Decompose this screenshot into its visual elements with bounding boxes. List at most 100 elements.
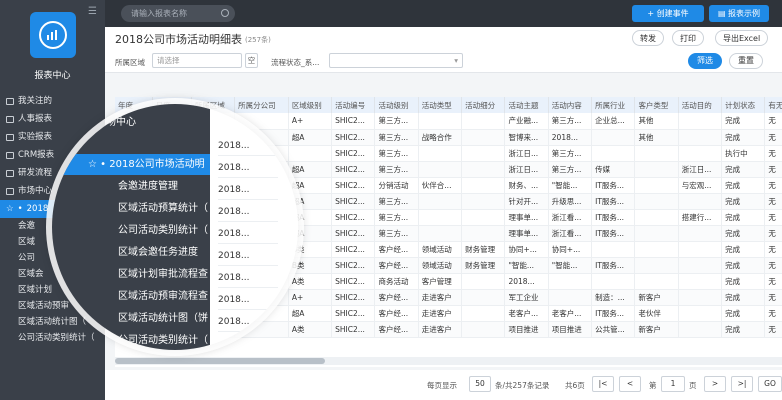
- table-cell: 完成: [721, 161, 766, 178]
- column-header[interactable]: 活动内容: [548, 97, 593, 113]
- report-center-logo[interactable]: [30, 12, 76, 58]
- table-cell: [634, 177, 679, 194]
- table-cell: [461, 193, 506, 210]
- lens-item: 区域活动预算统计（: [118, 203, 208, 214]
- region-select[interactable]: 请选择: [152, 53, 242, 68]
- search-icon[interactable]: [221, 9, 229, 17]
- table-cell: SHIC2...: [331, 177, 376, 194]
- table-cell: 协同+...: [548, 241, 593, 258]
- table-cell: 项目推进: [504, 321, 549, 338]
- flow-status-select[interactable]: ▾: [329, 53, 463, 68]
- table-cell: [418, 209, 463, 226]
- table-cell: [418, 161, 463, 178]
- last-page-icon[interactable]: >|: [731, 376, 753, 392]
- clear-icon[interactable]: 空: [245, 53, 258, 68]
- table-cell: IT服务...: [591, 225, 636, 242]
- table-cell: 第三方...: [374, 113, 419, 130]
- lens-item-active: ☆ • 2018公司市场活动明: [52, 154, 210, 175]
- table-cell: 完成: [721, 273, 766, 290]
- lens-cell: 2018...: [218, 268, 278, 288]
- table-cell: 无: [764, 241, 782, 258]
- column-header[interactable]: 活动级别: [374, 97, 419, 113]
- first-page-icon[interactable]: |<: [592, 376, 614, 392]
- table-cell: 协同+...: [504, 241, 549, 258]
- column-header[interactable]: 所属行业: [591, 97, 636, 113]
- column-header[interactable]: 客户类型: [634, 97, 679, 113]
- table-cell: IT服务...: [591, 193, 636, 210]
- lens-item: 区域计划审批流程查: [118, 269, 208, 280]
- table-cell: [591, 241, 636, 258]
- table-cell: SHIC2...: [331, 305, 376, 322]
- folder-open-icon: [6, 187, 14, 195]
- table-cell: 搭建行...: [678, 209, 723, 226]
- forward-button[interactable]: 转发: [632, 30, 664, 46]
- table-cell: 客户经...: [374, 289, 419, 306]
- page-label: 第: [649, 381, 657, 390]
- per-page-select[interactable]: 50: [469, 376, 491, 392]
- table-cell: 走进客户: [418, 321, 463, 338]
- table-cell: 无: [764, 289, 782, 306]
- table-cell: SHIC2...: [331, 257, 376, 274]
- column-header[interactable]: 活动细分: [461, 97, 506, 113]
- table-cell: 2018...: [504, 273, 549, 290]
- table-cell: 完成: [721, 209, 766, 226]
- next-page-icon[interactable]: >: [704, 376, 726, 392]
- search-input[interactable]: 请输入报表名称: [121, 5, 235, 22]
- table-cell: 无: [764, 209, 782, 226]
- star-icon: ☆: [6, 204, 14, 214]
- table-cell: 客户经...: [374, 241, 419, 258]
- lens-table: 2018... 2018... 2018... 2018... 2018... …: [210, 104, 298, 350]
- sidebar-item-label: 我关注的: [18, 96, 53, 106]
- table-cell: [678, 113, 723, 130]
- table-cell: 无: [764, 113, 782, 130]
- filter-button[interactable]: 筛选: [688, 53, 722, 69]
- column-header[interactable]: 活动类型: [418, 97, 463, 113]
- create-event-button[interactable]: + 创建事件: [632, 5, 704, 22]
- table-cell: 完成: [721, 225, 766, 242]
- sidebar-item-label: CRM报表: [18, 150, 55, 160]
- table-cell: 企业总...: [591, 113, 636, 130]
- table-cell: 新客户: [634, 289, 679, 306]
- menu-toggle-icon[interactable]: ☰: [88, 6, 97, 17]
- lens-cell: 2018...: [218, 290, 278, 310]
- table-cell: [634, 241, 679, 258]
- plus-icon: +: [647, 9, 657, 18]
- column-header[interactable]: 有无三方合: [764, 97, 782, 113]
- prev-page-icon[interactable]: <: [619, 376, 641, 392]
- star-icon: ☆ •: [88, 159, 110, 170]
- table-cell: 完成: [721, 305, 766, 322]
- table-cell: [678, 225, 723, 242]
- record-count: (257条): [245, 36, 271, 44]
- table-cell: [591, 129, 636, 146]
- table-cell: 第三方...: [374, 193, 419, 210]
- chevron-down-icon: ▾: [454, 56, 458, 65]
- table-cell: SHIC2...: [331, 225, 376, 242]
- print-button[interactable]: 打印: [672, 30, 704, 46]
- table-cell: 传媒: [591, 161, 636, 178]
- table-cell: [634, 257, 679, 274]
- table-cell: [461, 209, 506, 226]
- table-cell: 财务管理: [461, 257, 506, 274]
- reset-button[interactable]: 重置: [729, 53, 763, 69]
- column-header[interactable]: 计划状态: [721, 97, 766, 113]
- column-header[interactable]: 活动目的: [678, 97, 723, 113]
- column-header[interactable]: 活动编号: [331, 97, 376, 113]
- table-cell: SHIC2...: [331, 209, 376, 226]
- column-header[interactable]: 活动主题: [504, 97, 549, 113]
- scroll-thumb[interactable]: [115, 358, 325, 364]
- lens-cell: 2018...: [218, 224, 278, 244]
- horizontal-scrollbar[interactable]: [115, 357, 782, 365]
- table-cell: [678, 273, 723, 290]
- total-records: 条/共257条记录: [495, 381, 550, 390]
- export-excel-button[interactable]: 导出Excel: [715, 30, 769, 46]
- table-cell: 财务管理: [461, 241, 506, 258]
- table-cell: 客户管理: [418, 273, 463, 290]
- page-input[interactable]: 1: [661, 376, 685, 392]
- title-row: 2018公司市场活动明细表 (257条) 转发 打印 导出Excel: [105, 27, 782, 49]
- table-cell: 老伙伴: [634, 305, 679, 322]
- go-button[interactable]: GO: [758, 376, 782, 392]
- lens-item: 区域活动预审流程查: [118, 291, 208, 302]
- report-sample-button[interactable]: ▤ 报表示例: [709, 5, 769, 22]
- lens-item: 区域活动统计图（饼: [118, 313, 208, 324]
- lens-cell: 2018...: [218, 136, 278, 156]
